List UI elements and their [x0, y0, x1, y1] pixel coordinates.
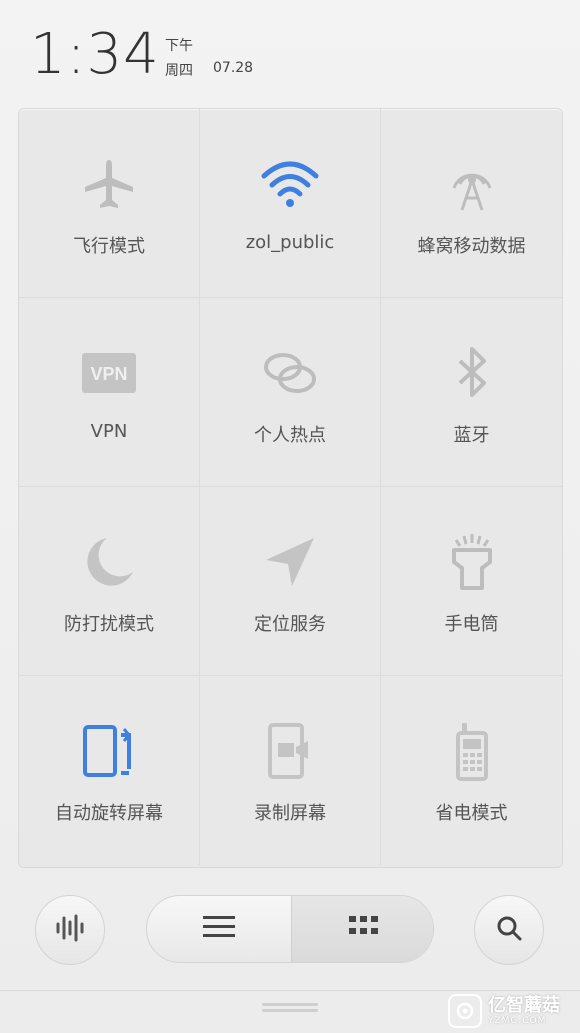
weekday: 周四 — [165, 63, 193, 79]
watermark-subtitle: YZMG.COM — [488, 1015, 547, 1026]
toggle-personal-hotspot[interactable]: 个人热点 — [200, 298, 381, 487]
drag-handle — [262, 1009, 318, 1012]
date: 07.28 — [213, 60, 254, 76]
vpn-icon: VPN — [19, 343, 199, 403]
location-arrow-icon — [200, 532, 380, 592]
watermark: 亿智蘑菇 YZMG.COM — [446, 990, 580, 1032]
power-saving-icon — [381, 721, 562, 781]
toggle-airplane-mode[interactable]: 飞行模式 — [19, 109, 200, 298]
toggle-label: 飞行模式 — [73, 236, 145, 257]
wifi-icon — [200, 154, 380, 214]
toggle-do-not-disturb[interactable]: 防打扰模式 — [19, 487, 200, 676]
toggle-label: zol_public — [245, 232, 335, 253]
clock-time: 1:34 — [30, 22, 160, 87]
toggle-label: VPN — [90, 421, 128, 442]
airplane-icon — [19, 154, 199, 214]
toggle-power-saving[interactable]: 省电模式 — [381, 676, 562, 865]
toggle-label: 省电模式 — [435, 803, 508, 824]
toggle-label: 自动旋转屏幕 — [55, 803, 163, 824]
rotate-screen-icon — [19, 721, 199, 781]
voice-wave-icon — [54, 912, 86, 948]
drag-handle — [262, 1003, 318, 1006]
list-view-button[interactable] — [147, 896, 291, 962]
grid-icon — [348, 914, 380, 944]
toggle-label: 个人热点 — [254, 425, 326, 446]
toggle-label: 防打扰模式 — [64, 614, 154, 635]
list-icon — [202, 914, 236, 944]
toggle-auto-rotate[interactable]: 自动旋转屏幕 — [19, 676, 200, 865]
toggle-cellular-data[interactable]: 蜂窝移动数据 — [381, 109, 562, 298]
voice-button[interactable] — [35, 895, 105, 965]
status-header: 1:34 下午 周四 07.28 — [0, 0, 580, 100]
toggle-location-services[interactable]: 定位服务 — [200, 487, 381, 676]
watermark-logo-icon — [448, 994, 482, 1028]
toggle-wifi[interactable]: zol_public — [200, 109, 381, 298]
screen-record-icon — [200, 721, 380, 781]
bottom-control-bar — [0, 890, 580, 970]
toggle-label: 手电筒 — [444, 614, 499, 635]
watermark-text: 亿智蘑菇 YZMG.COM — [488, 994, 560, 1026]
flashlight-icon — [381, 532, 562, 592]
watermark-title: 亿智蘑菇 — [488, 994, 560, 1016]
bluetooth-icon — [381, 343, 562, 403]
quick-settings-grid: 飞行模式 zol_public 蜂窝移动数据 VPN VPN 个人热点 蓝牙 防… — [18, 108, 563, 868]
search-icon — [494, 913, 524, 947]
toggle-flashlight[interactable]: 手电筒 — [381, 487, 562, 676]
cellular-tower-icon — [381, 154, 562, 214]
toggle-vpn[interactable]: VPN VPN — [19, 298, 200, 487]
toggle-label: 录制屏幕 — [254, 803, 326, 824]
toggle-label: 蓝牙 — [453, 425, 490, 446]
view-switcher — [146, 895, 434, 963]
clock-ampm: 下午 — [165, 38, 193, 54]
toggle-screen-recording[interactable]: 录制屏幕 — [200, 676, 381, 865]
hotspot-icon — [200, 343, 380, 403]
svg-text:VPN: VPN — [90, 364, 127, 384]
search-button[interactable] — [474, 895, 544, 965]
grid-view-button[interactable] — [291, 896, 433, 962]
toggle-label: 定位服务 — [254, 614, 326, 635]
toggle-label: 蜂窝移动数据 — [417, 236, 526, 257]
moon-icon — [19, 532, 199, 592]
toggle-bluetooth[interactable]: 蓝牙 — [381, 298, 562, 487]
